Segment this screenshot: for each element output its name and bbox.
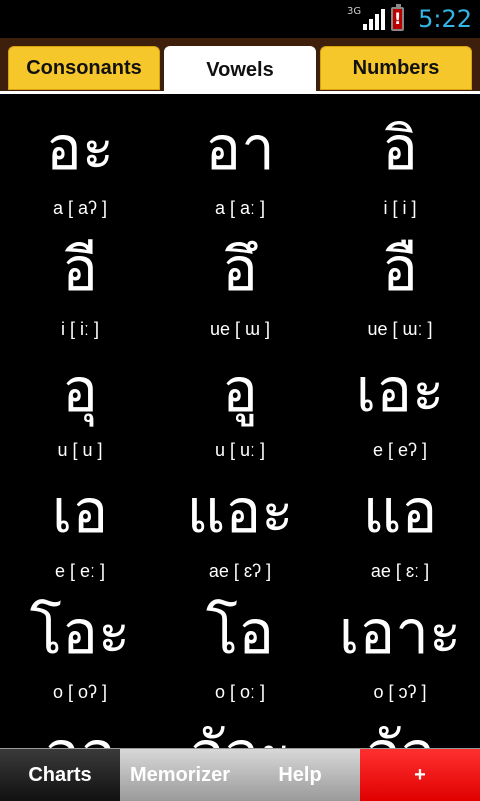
vowel-cell[interactable]: อี i [ iː ] bbox=[0, 217, 160, 339]
signal-icon bbox=[363, 8, 386, 30]
bottom-tab-bar: Charts Memorizer Help + bbox=[0, 748, 480, 801]
vowel-cell[interactable]: เอะ e [ eʔ ] bbox=[320, 338, 480, 460]
vowel-romanization: u [ uː ] bbox=[214, 440, 266, 460]
bottom-tab-help[interactable]: Help bbox=[240, 749, 360, 801]
vowel-cell[interactable]: ออ bbox=[0, 701, 160, 748]
vowel-cell[interactable]: อื ue [ ɯː ] bbox=[320, 217, 480, 339]
vowel-glyph: อา bbox=[205, 114, 275, 184]
vowel-glyph: อะ bbox=[45, 114, 115, 184]
vowel-cell[interactable]: แอ ae [ ɛː ] bbox=[320, 459, 480, 581]
vowel-glyph: ออ bbox=[0, 719, 160, 748]
vowel-romanization: ue [ ɯ ] bbox=[209, 319, 271, 339]
vowel-romanization: o [ oʔ ] bbox=[52, 682, 108, 702]
vowel-glyph: อัว bbox=[320, 719, 480, 748]
vowel-cell[interactable]: อึ ue [ ɯ ] bbox=[160, 217, 320, 339]
network-type-label: 3G bbox=[346, 5, 362, 17]
vowel-cell[interactable]: อา a [ aː ] bbox=[160, 96, 320, 218]
vowel-romanization: ae [ ɛʔ ] bbox=[208, 561, 272, 581]
tab-vowels[interactable]: Vowels bbox=[164, 46, 316, 94]
tab-numbers[interactable]: Numbers bbox=[320, 46, 472, 90]
vowel-glyph: อุ bbox=[61, 356, 99, 426]
vowel-cell[interactable]: อิ i [ i ] bbox=[320, 96, 480, 218]
vowel-glyph: แอะ bbox=[186, 477, 294, 547]
vowel-cell[interactable]: เอาะ o [ ɔʔ ] bbox=[320, 580, 480, 702]
vowel-glyph: อึ bbox=[221, 235, 259, 305]
vowel-romanization: ue [ ɯː ] bbox=[367, 319, 433, 339]
vowel-grid: อะ a [ aʔ ] อา a [ aː ] อิ i [ i ] อี i [ iː ] อ… bbox=[0, 96, 480, 748]
vowel-romanization: a [ aː ] bbox=[214, 198, 266, 218]
vowel-cell[interactable]: อะ a [ aʔ ] bbox=[0, 96, 160, 218]
vowel-glyph: เอ bbox=[51, 477, 109, 547]
vowel-cell[interactable]: เอ e [ eː ] bbox=[0, 459, 160, 581]
vowel-romanization: a [ aʔ ] bbox=[52, 198, 108, 218]
vowel-glyph: อื bbox=[381, 235, 419, 305]
vowel-glyph: แอ bbox=[362, 477, 438, 547]
vowel-romanization: i [ iː ] bbox=[60, 319, 99, 339]
vowel-romanization: o [ ɔʔ ] bbox=[373, 682, 427, 702]
vowel-cell[interactable]: อัวะ bbox=[160, 701, 320, 748]
vowel-glyph: โอ bbox=[205, 598, 275, 668]
vowel-romanization: ae [ ɛː ] bbox=[370, 561, 430, 581]
vowel-cell[interactable]: โอ o [ oː ] bbox=[160, 580, 320, 702]
status-bar: 3G ! 5:22 bbox=[0, 0, 480, 38]
bottom-tab-memorizer[interactable]: Memorizer bbox=[120, 749, 240, 801]
status-icons: 3G ! 5:22 bbox=[347, 4, 472, 34]
vowel-glyph: อู bbox=[221, 356, 259, 426]
vowel-romanization: o [ oː ] bbox=[214, 682, 266, 702]
vowel-glyph: เอะ bbox=[355, 356, 445, 426]
vowel-cell[interactable]: อุ u [ u ] bbox=[0, 338, 160, 460]
vowel-cell[interactable]: อู u [ uː ] bbox=[160, 338, 320, 460]
status-clock: 5:22 bbox=[418, 5, 472, 33]
vowel-romanization: e [ eʔ ] bbox=[372, 440, 428, 460]
vowel-romanization: e [ eː ] bbox=[54, 561, 106, 581]
category-tab-bar: Consonants Vowels Numbers bbox=[0, 38, 480, 94]
vowel-romanization: u [ u ] bbox=[57, 440, 103, 460]
vowel-glyph: เอาะ bbox=[338, 598, 462, 668]
vowel-glyph: อิ bbox=[381, 114, 419, 184]
add-button[interactable]: + bbox=[360, 749, 480, 801]
vowel-glyph: โอะ bbox=[29, 598, 131, 668]
bottom-tab-charts[interactable]: Charts bbox=[0, 749, 120, 801]
battery-alert-icon: ! bbox=[391, 4, 405, 31]
vowel-cell[interactable]: แอะ ae [ ɛʔ ] bbox=[160, 459, 320, 581]
vowel-cell[interactable]: โอะ o [ oʔ ] bbox=[0, 580, 160, 702]
vowel-romanization: i [ i ] bbox=[383, 198, 417, 218]
vowel-glyph: อัวะ bbox=[160, 719, 320, 748]
vowel-cell[interactable]: อัว bbox=[320, 701, 480, 748]
tab-consonants[interactable]: Consonants bbox=[8, 46, 160, 90]
vowel-glyph: อี bbox=[61, 235, 99, 305]
battery-alert-mark: ! bbox=[393, 9, 402, 28]
